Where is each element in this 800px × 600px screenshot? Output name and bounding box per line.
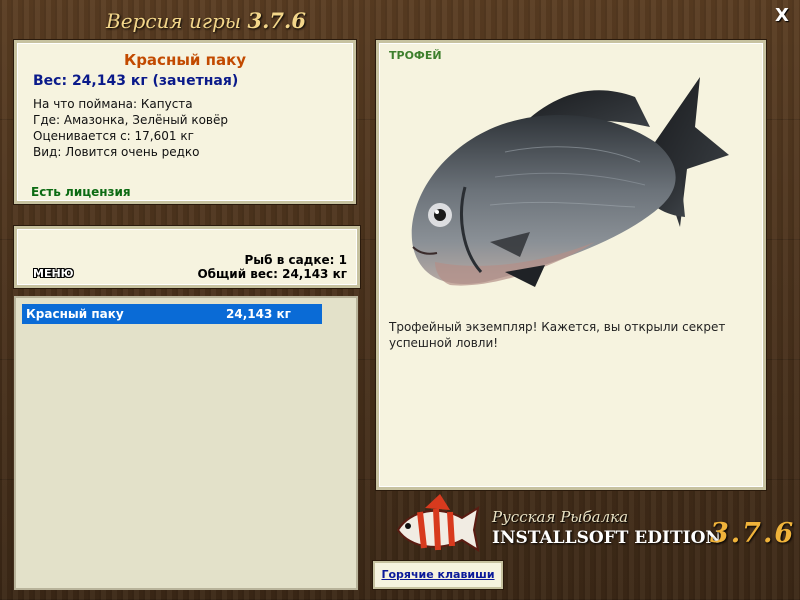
fish-image: [411, 77, 729, 287]
hotkeys-button[interactable]: Горячие клавиши: [373, 561, 503, 589]
license-status: Есть лицензия: [31, 185, 131, 199]
game-logo: Русская Рыбалка INSTALLSOFT EDITION 3.7.…: [390, 490, 800, 562]
version-number: 3.7.6: [247, 8, 306, 33]
list-item-name: Красный паку: [26, 307, 124, 321]
fish-name: Красный паку: [123, 51, 247, 69]
game-version-title: Версия игры 3.7.6: [106, 8, 306, 33]
list-item[interactable]: Красный паку 24,143 кг: [22, 304, 322, 324]
catch-list-panel: Красный паку 24,143 кг: [14, 296, 358, 590]
rarity-line: Вид: Ловится очень редко: [33, 145, 200, 159]
valued-from-line: Оценивается с: 17,601 кг: [33, 129, 194, 143]
logo-fish-icon: [396, 494, 480, 553]
fish-detail-panel: ТРОФЕЙ Трофейный экземпляр! Кажется, вы …: [376, 40, 766, 490]
fish-info-panel: Красный паку Вес: 24,143 кг (зачетная) Н…: [14, 40, 356, 204]
logo-script: Русская Рыбалка: [492, 508, 629, 526]
keepnet-summary-panel: Рыб в садке: 1 Общий вес: 24,143 кг МЕНЮ: [14, 226, 360, 288]
trophy-description: Трофейный экземпляр! Кажется, вы открыли…: [389, 320, 726, 350]
fish-count: Рыб в садке: 1: [244, 253, 348, 267]
bait-line: На что поймана: Капуста: [33, 97, 193, 111]
fish-weight: Вес: 24,143 кг (зачетная): [33, 73, 239, 89]
logo-edition: INSTALLSOFT EDITION: [492, 528, 721, 548]
logo-version: 3.7.6: [710, 518, 796, 549]
title-bar: Версия игры 3.7.6 X: [0, 0, 800, 38]
total-weight: Общий вес: 24,143 кг: [197, 267, 347, 281]
list-item-weight: 24,143 кг: [226, 307, 291, 321]
version-label: Версия игры: [106, 9, 242, 33]
close-button[interactable]: X: [772, 6, 792, 26]
location-line: Где: Амазонка, Зелёный ковёр: [33, 113, 228, 127]
menu-button[interactable]: МЕНЮ: [33, 267, 74, 280]
